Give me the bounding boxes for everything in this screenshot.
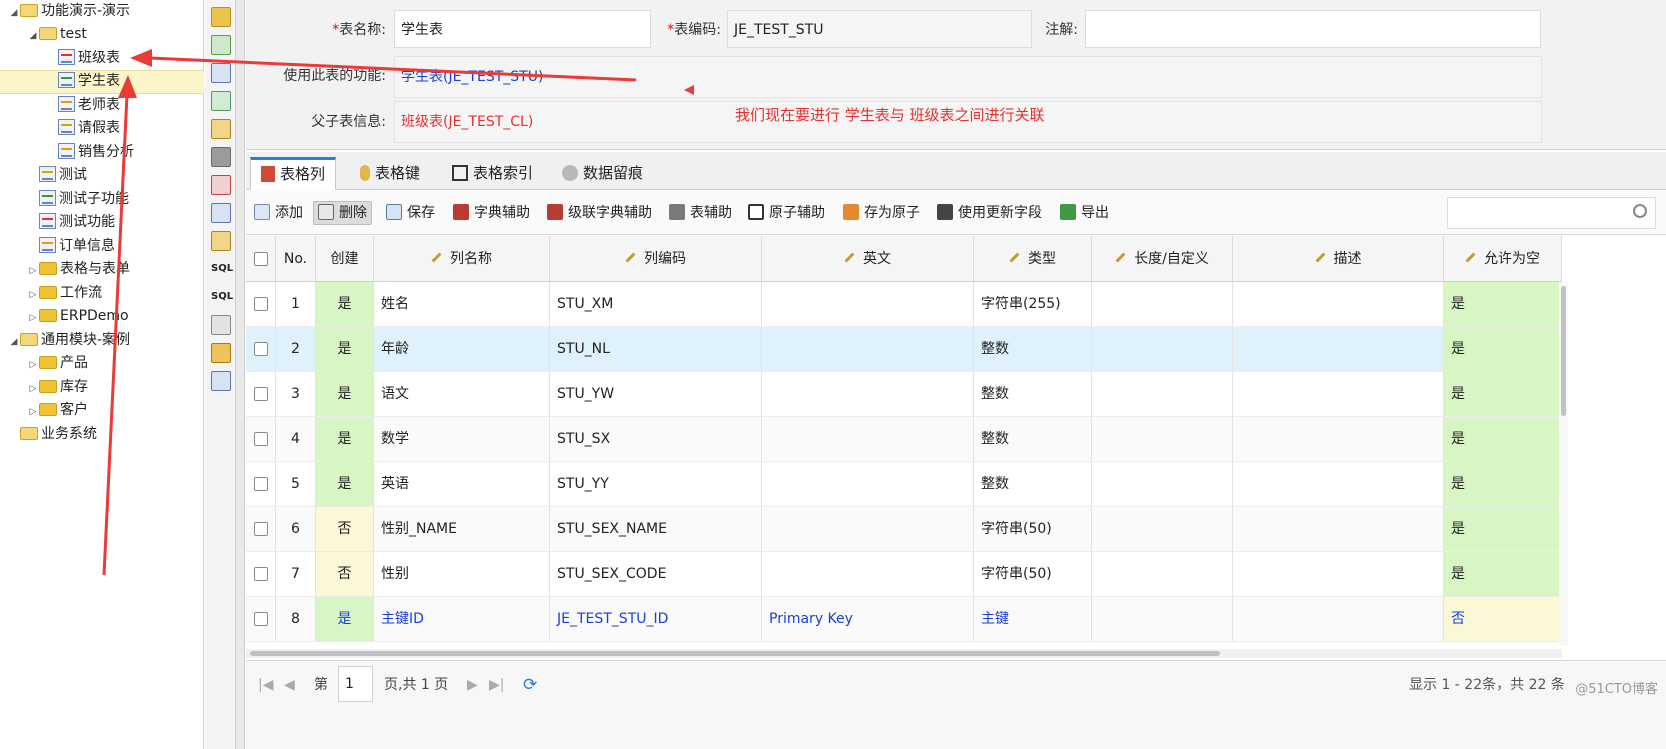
arrowhead-to-student-table [118, 75, 137, 98]
arrow-line-to-student-table [102, 94, 129, 576]
annotation-arrows [102, 49, 694, 576]
arrow-line-to-class-table [149, 56, 637, 82]
arrowhead-small [684, 85, 694, 95]
arrowhead-to-class-table [130, 49, 152, 67]
